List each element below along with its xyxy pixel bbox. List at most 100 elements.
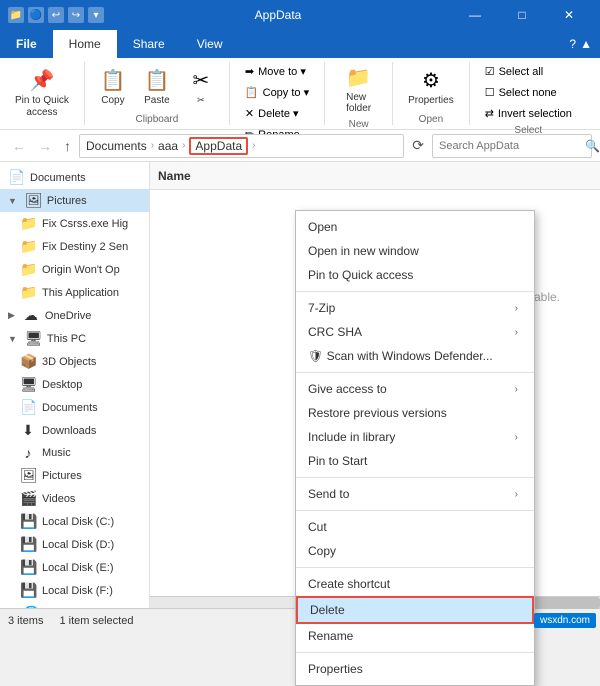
cut-button[interactable]: ✂ ✂ xyxy=(181,65,221,109)
close-button[interactable]: ✕ xyxy=(546,0,592,30)
breadcrumb-item-docs[interactable]: Documents xyxy=(86,139,147,153)
sidebar-item-local-f[interactable]: 💾 Local Disk (F:) xyxy=(0,579,149,602)
ctx-copy[interactable]: Copy xyxy=(296,539,534,563)
selected-count: 1 item selected xyxy=(59,615,133,627)
ctx-include-library[interactable]: Include in library › xyxy=(296,425,534,449)
sidebar-item-videos[interactable]: 🎬 Videos xyxy=(0,487,149,510)
sidebar-item-documents[interactable]: 📄 Documents xyxy=(0,166,149,189)
sidebar-item-documents2[interactable]: 📄 Documents xyxy=(0,396,149,419)
ctx-restore-versions[interactable]: Restore previous versions xyxy=(296,401,534,425)
select-all-icon: ☑ xyxy=(485,65,495,78)
sidebar-item-thispc[interactable]: ▼ 🖥 This PC xyxy=(0,327,149,350)
ctx-crc-sha[interactable]: CRC SHA › xyxy=(296,320,534,344)
ctx-delete[interactable]: Delete xyxy=(296,596,534,624)
computer-icon: 🖥 xyxy=(25,330,41,347)
sidebar-item-local-c[interactable]: 💾 Local Disk (C:) xyxy=(0,510,149,533)
pin-quick-button[interactable]: 📌 Pin to Quickaccess xyxy=(8,65,76,122)
maximize-button[interactable]: □ xyxy=(499,0,545,30)
select-none-button[interactable]: ☐ Select none xyxy=(478,83,579,102)
sidebar-item-network[interactable]: ▶ 🌐 Network xyxy=(0,602,149,608)
onedrive-icon: ☁ xyxy=(23,307,39,324)
tab-file[interactable]: File xyxy=(0,30,53,58)
main-area: 📄 Documents ▼ 🖼 Pictures 📁 Fix Csrss.exe… xyxy=(0,162,600,608)
sidebar-item-downloads[interactable]: ⬇ Downloads xyxy=(0,419,149,442)
quick-access-icon: 🔵 xyxy=(28,7,44,23)
content-area: Name Open Open in new window Pin to Quic… xyxy=(150,162,600,608)
sidebar-item-this-application[interactable]: 📁 This Application xyxy=(0,281,149,304)
pin-quick-group: 📌 Pin to Quickaccess xyxy=(8,62,85,125)
forward-button[interactable]: → xyxy=(34,136,56,156)
sidebar-item-pictures[interactable]: ▼ 🖼 Pictures xyxy=(0,189,149,212)
delete-button[interactable]: ✕ Delete ▾ xyxy=(238,104,316,123)
ctx-separator-6 xyxy=(296,652,534,653)
downloads-icon: ⬇ xyxy=(20,422,36,439)
invert-selection-button[interactable]: ⇄ Invert selection xyxy=(478,104,579,123)
open-content: ⚙ Properties xyxy=(401,62,461,112)
ctx-create-shortcut[interactable]: Create shortcut xyxy=(296,572,534,596)
redo-icon[interactable]: ↪ xyxy=(68,7,84,23)
search-box[interactable]: 🔍 xyxy=(432,134,592,158)
ctx-separator-2 xyxy=(296,372,534,373)
new-group: 📁 Newfolder New xyxy=(333,62,393,125)
tab-home[interactable]: Home xyxy=(53,30,117,58)
breadcrumb[interactable]: Documents › aaa › AppData › xyxy=(79,134,404,158)
properties-button[interactable]: ⚙ Properties xyxy=(401,65,461,109)
breadcrumb-item-appdata[interactable]: AppData xyxy=(189,137,248,155)
sidebar-item-origin[interactable]: 📁 Origin Won't Op xyxy=(0,258,149,281)
new-content: 📁 Newfolder xyxy=(339,62,379,117)
ctx-pin-quick[interactable]: Pin to Quick access xyxy=(296,263,534,287)
sidebar-item-onedrive[interactable]: ▶ ☁ OneDrive xyxy=(0,304,149,327)
undo-icon[interactable]: ↩ xyxy=(48,7,64,23)
search-input[interactable] xyxy=(439,140,581,152)
select-all-button[interactable]: ☑ Select all xyxy=(478,62,579,81)
tab-view[interactable]: View xyxy=(181,30,239,58)
folder-icon-4: 📁 xyxy=(20,261,36,278)
tab-share[interactable]: Share xyxy=(117,30,181,58)
sidebar-item-local-e[interactable]: 💾 Local Disk (E:) xyxy=(0,556,149,579)
ctx-properties[interactable]: Properties xyxy=(296,657,534,681)
ctx-open[interactable]: Open xyxy=(296,215,534,239)
copy-to-button[interactable]: 📋 Copy to ▾ xyxy=(238,83,316,102)
ctx-give-access[interactable]: Give access to › xyxy=(296,377,534,401)
refresh-button[interactable]: ⟳ xyxy=(408,135,428,156)
ctx-send-to[interactable]: Send to › xyxy=(296,482,534,506)
sidebar-item-local-d[interactable]: 💾 Local Disk (D:) xyxy=(0,533,149,556)
content-body: Open Open in new window Pin to Quick acc… xyxy=(150,190,600,596)
open-label: Open xyxy=(419,114,443,125)
ctx-scan-defender[interactable]: 🛡 Scan with Windows Defender... xyxy=(296,344,534,368)
collapse-icon: ▶ xyxy=(8,310,15,321)
ctx-open-new-window[interactable]: Open in new window xyxy=(296,239,534,263)
expand-ribbon-icon[interactable]: ▲ xyxy=(580,37,592,51)
docs-icon: 📄 xyxy=(20,399,36,416)
sidebar-item-pictures2[interactable]: 🖼 Pictures xyxy=(0,464,149,487)
copy-button[interactable]: 📋 Copy xyxy=(93,65,133,109)
name-col-header: Name xyxy=(158,169,191,183)
properties-icon: ⚙ xyxy=(422,68,440,93)
up-button[interactable]: ↑ xyxy=(60,136,75,156)
sidebar-item-music[interactable]: ♪ Music xyxy=(0,442,149,464)
music-icon: ♪ xyxy=(20,445,36,461)
sidebar-item-3dobjects[interactable]: 📦 3D Objects xyxy=(0,350,149,373)
minimize-button[interactable]: — xyxy=(452,0,498,30)
breadcrumb-item-aaa[interactable]: aaa xyxy=(158,139,178,153)
network-icon: 🌐 xyxy=(23,605,39,608)
ctx-separator-1 xyxy=(296,291,534,292)
videos-icon: 🎬 xyxy=(20,490,36,507)
down-arrow-icon[interactable]: ▾ xyxy=(88,7,104,23)
back-button[interactable]: ← xyxy=(8,136,30,156)
paste-button[interactable]: 📋 Paste xyxy=(137,65,177,109)
organize-content: ➡ Move to ▾ 📋 Copy to ▾ ✕ Delete ▾ ✏ Ren… xyxy=(238,62,316,144)
sidebar-item-fix-destiny[interactable]: 📁 Fix Destiny 2 Sen xyxy=(0,235,149,258)
disk-d-icon: 💾 xyxy=(20,536,36,553)
sidebar-item-desktop[interactable]: 🖥 Desktop xyxy=(0,373,149,396)
move-to-button[interactable]: ➡ Move to ▾ xyxy=(238,62,316,81)
ctx-cut[interactable]: Cut xyxy=(296,515,534,539)
ctx-rename[interactable]: Rename xyxy=(296,624,534,648)
sidebar-item-fix-csrss[interactable]: 📁 Fix Csrss.exe Hig xyxy=(0,212,149,235)
help-icon[interactable]: ? xyxy=(569,37,576,51)
disk-c-icon: 💾 xyxy=(20,513,36,530)
ctx-pin-start[interactable]: Pin to Start xyxy=(296,449,534,473)
ctx-7zip[interactable]: 7-Zip › xyxy=(296,296,534,320)
address-bar: ← → ↑ Documents › aaa › AppData › ⟳ 🔍 xyxy=(0,130,600,162)
new-folder-button[interactable]: 📁 Newfolder xyxy=(339,62,379,117)
